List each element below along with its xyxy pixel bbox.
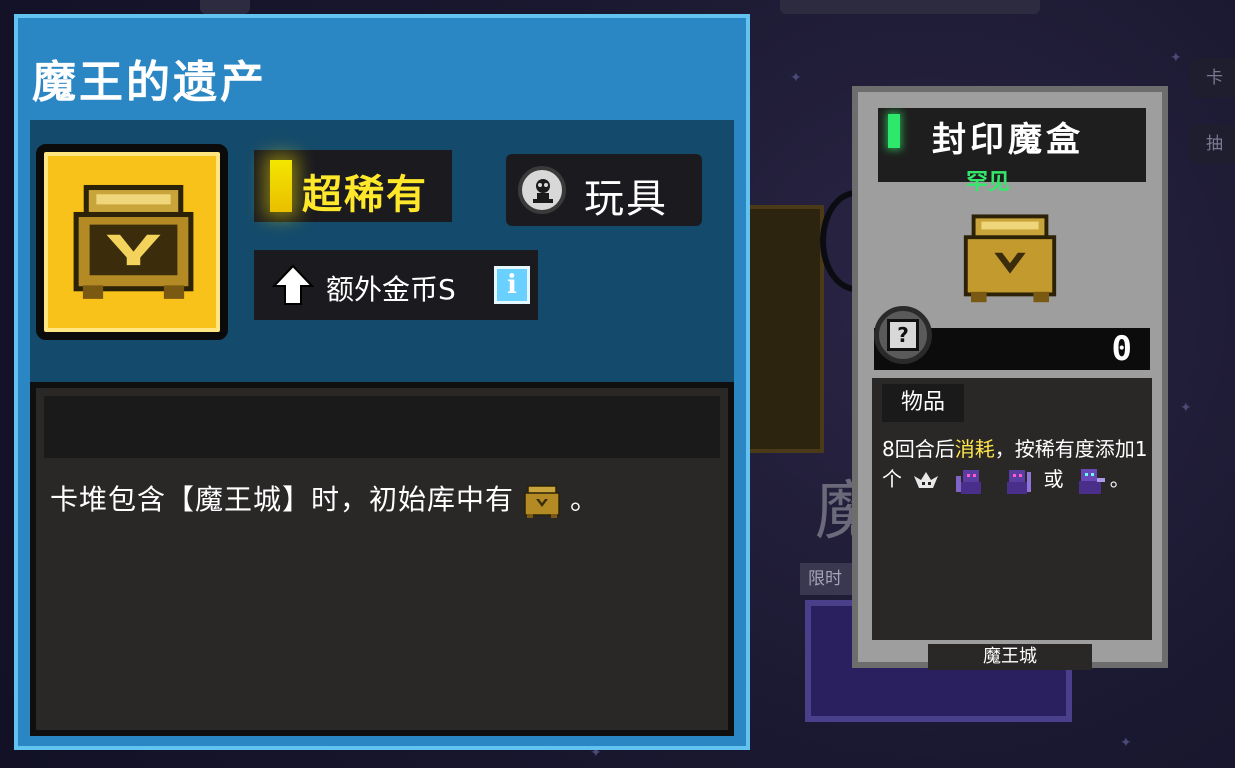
side-tab-deck[interactable]: 卡: [1190, 58, 1235, 98]
chest-icon: [73, 184, 194, 299]
rarity-indicator: [270, 160, 292, 212]
bg-limited-tag: 限时: [800, 563, 860, 595]
rarity-label: 超稀有: [302, 172, 428, 218]
description-box: 卡堆包含【魔王城】时，初始库中有 。: [30, 382, 734, 736]
info-icon[interactable]: i: [494, 266, 530, 304]
question-glyph: ?: [887, 319, 919, 351]
bg-top-deco: [780, 0, 1040, 14]
description-after: 。: [570, 483, 600, 516]
card-rarity-indicator: [888, 114, 900, 148]
description-text: 卡堆包含【魔王城】时，初始库中有 。: [50, 478, 599, 521]
bg-star-icon: ✦: [1120, 735, 1132, 751]
bg-star-icon: ✦: [1180, 400, 1192, 416]
game-screen: ✦ ✦ ✦ ✦ ✦ 魔 限时 卡 抽 魔王的遗产 超稀有 玩具 额外金币S i …: [0, 0, 1235, 768]
description-before: 卡堆包含【魔王城】时，初始库中有: [50, 483, 515, 516]
rarity-badge: 超稀有: [254, 150, 452, 222]
bg-top-deco: [200, 0, 250, 14]
relic-icon-frame: [36, 144, 228, 340]
bonus-badge[interactable]: 额外金币S i: [254, 250, 538, 320]
card-category: 物品: [882, 384, 964, 422]
card-body: 物品 8回合后消耗，按稀有度添加1个 或 。: [872, 378, 1152, 640]
type-label: 玩具: [584, 176, 668, 222]
card-set-label: 魔王城: [928, 644, 1092, 670]
card-chest-icon: [963, 214, 1057, 303]
card-text-part: 8回合后: [882, 437, 955, 461]
card-cost-value: 0: [1111, 329, 1132, 369]
toy-icon: [518, 166, 566, 214]
goat-skull-icon[interactable]: [911, 468, 941, 494]
bg-chest: [740, 205, 824, 453]
card-text-end: 。: [1109, 467, 1130, 491]
bonus-label: 额外金币S: [326, 273, 456, 306]
demon-unit-icon[interactable]: [1000, 466, 1034, 496]
demon-unit-icon[interactable]: [1073, 466, 1107, 496]
description-header: [44, 396, 720, 458]
card-rarity: 罕见: [966, 170, 1011, 195]
demon-unit-icon[interactable]: [954, 466, 988, 496]
bg-star-icon: ✦: [1170, 50, 1182, 66]
sealed-box-chest-icon[interactable]: [520, 481, 564, 521]
card-text-highlight[interactable]: 消耗: [955, 437, 995, 461]
card-title-box: 封印魔盒 罕见: [878, 108, 1146, 195]
up-arrow-icon: [272, 264, 314, 305]
card-text-or: 或: [1043, 467, 1064, 491]
question-coin-icon: ?: [874, 306, 932, 364]
card-name: 封印魔盒: [932, 120, 1084, 160]
card-text: 8回合后消耗，按稀有度添加1个 或 。: [882, 434, 1148, 496]
bg-star-icon: ✦: [790, 70, 802, 86]
relic-title: 魔王的遗产: [32, 57, 267, 108]
type-badge[interactable]: 玩具: [506, 154, 702, 226]
relic-detail-panel: 魔王的遗产 超稀有 玩具 额外金币S i 卡堆包含【魔王城】时，初始库中有 。: [14, 14, 750, 750]
side-tab-draw[interactable]: 抽: [1190, 124, 1235, 164]
card-preview[interactable]: 封印魔盒 罕见 0 ? 物品 8回合后消耗，按稀有度添加1个 或 。 魔王城: [852, 86, 1168, 670]
